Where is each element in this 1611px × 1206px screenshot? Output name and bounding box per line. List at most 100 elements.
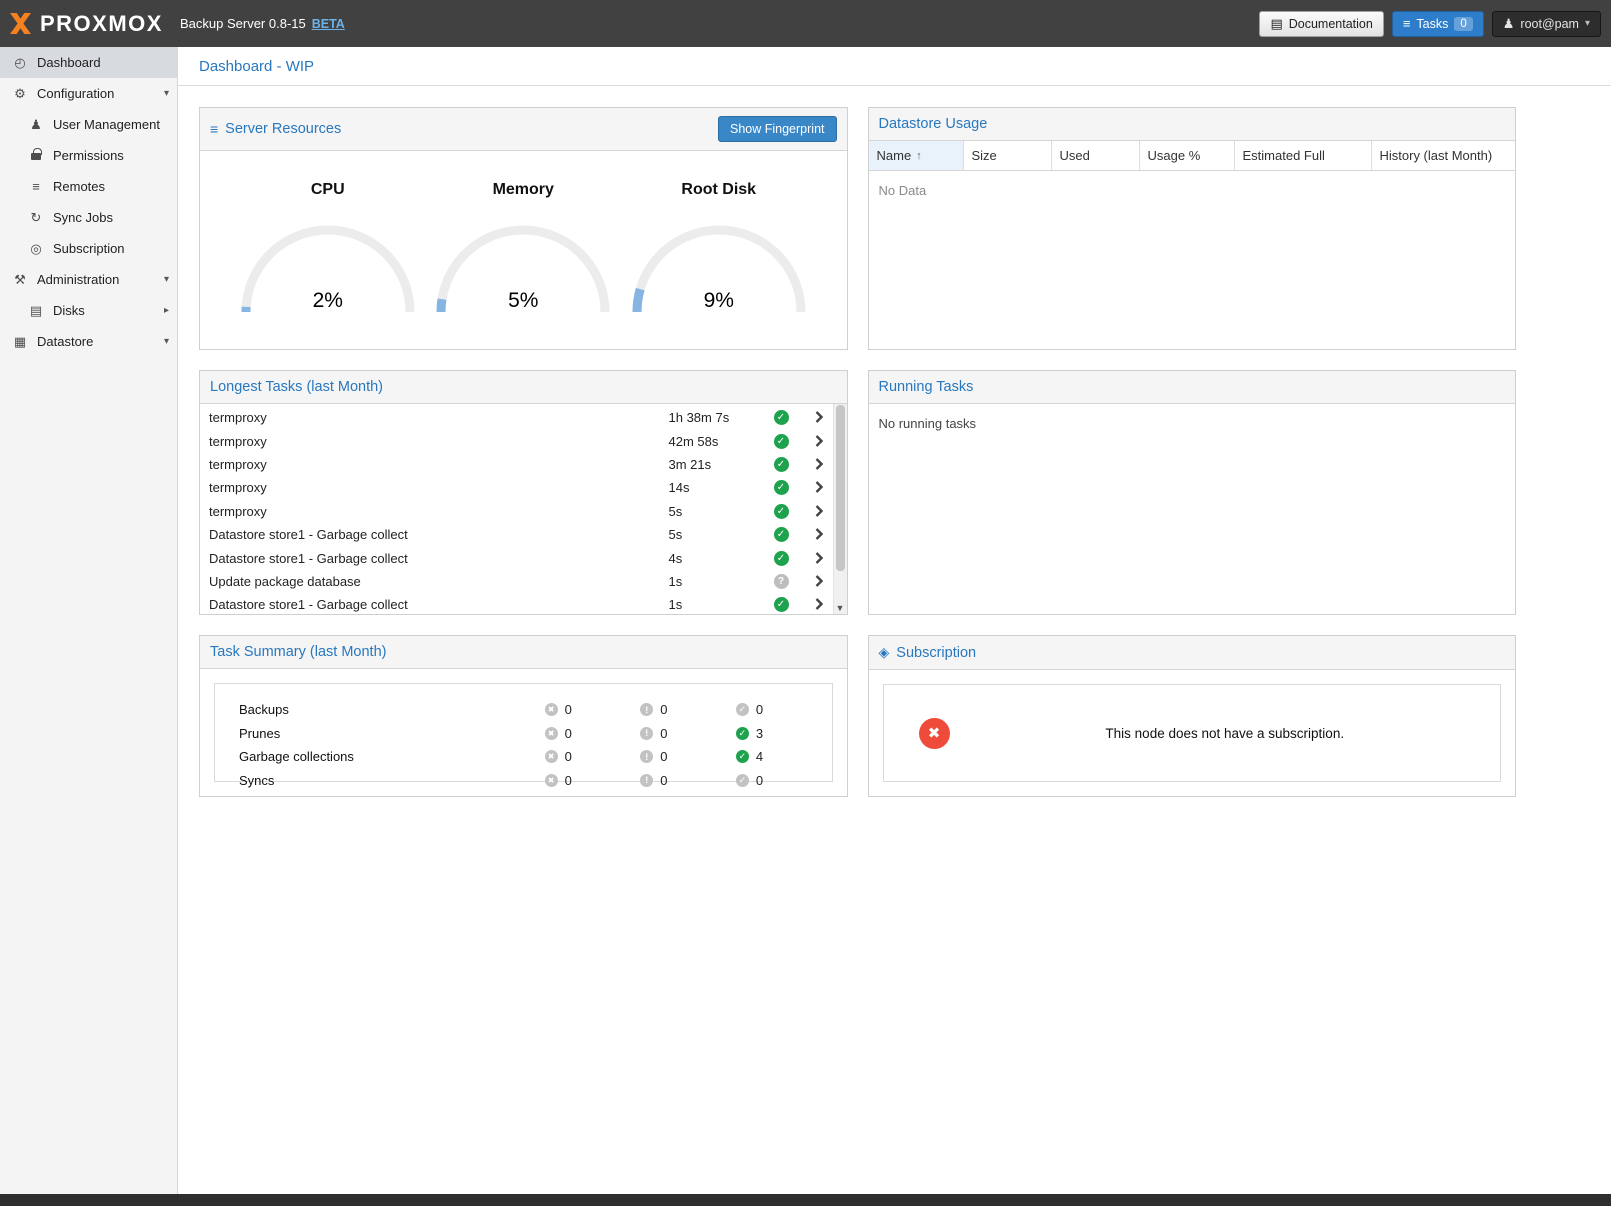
task-row[interactable]: termproxy 5s <box>200 500 833 523</box>
tasks-button[interactable]: ≡ Tasks 0 <box>1392 11 1484 37</box>
sidebar-label: Sync Jobs <box>53 210 113 225</box>
task-row[interactable]: termproxy 14s <box>200 476 833 499</box>
task-row[interactable]: termproxy 1h 38m 7s <box>200 406 833 429</box>
content-area: Dashboard - WIP ≡ Server Resources Show … <box>178 47 1611 1194</box>
product-version: Backup Server 0.8-15 <box>180 16 306 31</box>
lock-icon <box>28 148 44 163</box>
documentation-button[interactable]: ▤ Documentation <box>1259 11 1383 37</box>
collapse-arrow-icon[interactable]: ▾ <box>164 336 169 347</box>
chevron-right-icon[interactable] <box>805 433 833 450</box>
sidebar-label: Administration <box>37 272 119 287</box>
expand-arrow-icon[interactable]: ▸ <box>164 305 169 316</box>
task-summary-row[interactable]: Prunes 0 0 3 <box>215 722 832 746</box>
running-tasks-panel: Running Tasks No running tasks <box>868 370 1517 615</box>
gauge-label: Memory <box>426 181 622 199</box>
collapse-arrow-icon[interactable]: ▾ <box>164 274 169 285</box>
sidebar-item-remotes[interactable]: ≡ Remotes <box>0 171 177 202</box>
no-running-tasks-text: No running tasks <box>869 404 1516 443</box>
sidebar-label: Configuration <box>37 86 114 101</box>
task-row[interactable]: termproxy 3m 21s <box>200 453 833 476</box>
sidebar: ◴ Dashboard ⚙ Configuration ▾ ♟ User Man… <box>0 47 178 1194</box>
sidebar-label: Subscription <box>53 241 125 256</box>
sidebar-label: Remotes <box>53 179 105 194</box>
gauge-value: 2% <box>236 289 420 313</box>
task-summary-row[interactable]: Syncs 0 0 0 <box>215 769 832 793</box>
sidebar-item-dashboard[interactable]: ◴ Dashboard <box>0 47 177 78</box>
no-subscription-icon: ✖ <box>919 718 950 749</box>
chevron-right-icon[interactable] <box>805 596 833 613</box>
running-tasks-header: Running Tasks <box>869 371 1516 404</box>
user-icon: ♟ <box>1503 16 1515 32</box>
layers-icon: ≡ <box>210 121 218 137</box>
collapse-arrow-icon[interactable]: ▾ <box>164 88 169 99</box>
proxmox-logo: PROXMOX <box>8 11 178 37</box>
tasks-label: Tasks <box>1416 17 1448 31</box>
chevron-right-icon[interactable] <box>805 503 833 520</box>
datastore-usage-columns: Name ↑ Size Used Usage % Estimated Full … <box>869 141 1516 171</box>
user-menu-button[interactable]: ♟ root@pam ▾ <box>1492 11 1601 37</box>
chevron-right-icon[interactable] <box>805 479 833 496</box>
column-header-usage-pct[interactable]: Usage % <box>1140 141 1235 170</box>
error-status-icon <box>545 750 558 763</box>
datastore-usage-panel: Datastore Usage Name ↑ Size Used Usage %… <box>868 107 1517 350</box>
task-row[interactable]: Datastore store1 - Garbage collect 1s <box>200 593 833 615</box>
chevron-right-icon[interactable] <box>805 456 833 473</box>
page-header: Dashboard - WIP <box>178 47 1611 86</box>
sidebar-item-permissions[interactable]: Permissions <box>0 140 177 171</box>
column-header-size[interactable]: Size <box>964 141 1052 170</box>
task-row[interactable]: termproxy 42m 58s <box>200 429 833 452</box>
sidebar-item-disks[interactable]: ▤ Disks ▸ <box>0 295 177 326</box>
column-header-used[interactable]: Used <box>1052 141 1140 170</box>
error-status-icon <box>545 727 558 740</box>
task-status-icon <box>774 527 789 542</box>
logo-text: PROXMOX <box>40 11 163 37</box>
chevron-right-icon[interactable] <box>805 409 833 426</box>
sidebar-item-sync-jobs[interactable]: ↻ Sync Jobs <box>0 202 177 233</box>
task-row[interactable]: Datastore store1 - Garbage collect 4s <box>200 546 833 569</box>
task-status-icon <box>774 574 789 589</box>
show-fingerprint-button[interactable]: Show Fingerprint <box>718 116 837 142</box>
column-header-history[interactable]: History (last Month) <box>1372 141 1516 170</box>
chevron-right-icon[interactable] <box>805 550 833 567</box>
task-status-icon <box>774 457 789 472</box>
book-icon: ▤ <box>1270 16 1282 32</box>
longest-tasks-panel: Longest Tasks (last Month) termproxy 1h … <box>199 370 848 615</box>
proxmox-x-icon <box>8 13 33 34</box>
app-window: PROXMOX Backup Server 0.8-15 BETA ▤ Docu… <box>0 0 1611 1206</box>
longest-tasks-body: termproxy 1h 38m 7s termproxy 42m 58s <box>200 404 847 614</box>
sidebar-item-configuration[interactable]: ⚙ Configuration ▾ <box>0 78 177 109</box>
subscription-header: ◈ Subscription <box>869 636 1516 670</box>
task-summary-panel: Task Summary (last Month) Backups 0 0 0 <box>199 635 848 797</box>
sidebar-label: User Management <box>53 117 160 132</box>
task-status-icon <box>774 504 789 519</box>
chevron-right-icon[interactable] <box>805 526 833 543</box>
sidebar-item-datastore[interactable]: ▦ Datastore ▾ <box>0 326 177 357</box>
ok-status-icon <box>736 727 749 740</box>
cpu-gauge: CPU 2% <box>230 167 426 315</box>
task-summary-row[interactable]: Backups 0 0 0 <box>215 698 832 722</box>
documentation-label: Documentation <box>1289 17 1373 31</box>
gauge-label: CPU <box>230 181 426 199</box>
chevron-right-icon[interactable] <box>805 573 833 590</box>
task-summary-row[interactable]: Garbage collections 0 0 4 <box>215 745 832 769</box>
error-status-icon <box>545 703 558 716</box>
subscription-message: This node does not have a subscription. <box>950 726 1501 741</box>
task-row[interactable]: Datastore store1 - Garbage collect 5s <box>200 523 833 546</box>
support-icon: ◎ <box>28 241 44 257</box>
column-header-estimated-full[interactable]: Estimated Full <box>1235 141 1372 170</box>
warning-status-icon <box>640 750 653 763</box>
sidebar-item-user-management[interactable]: ♟ User Management <box>0 109 177 140</box>
beta-link[interactable]: BETA <box>312 17 345 31</box>
column-header-name[interactable]: Name ↑ <box>869 141 964 170</box>
sidebar-item-administration[interactable]: ⚒ Administration ▾ <box>0 264 177 295</box>
scroll-down-icon[interactable]: ▼ <box>834 603 847 613</box>
task-status-icon <box>774 434 789 449</box>
ok-status-icon <box>736 703 749 716</box>
task-row[interactable]: Update package database 1s <box>200 570 833 593</box>
scrollbar-thumb[interactable] <box>836 405 845 571</box>
sidebar-item-subscription[interactable]: ◎ Subscription <box>0 233 177 264</box>
page-title: Dashboard - WIP <box>199 58 314 75</box>
datastore-usage-body: No Data <box>869 171 1516 349</box>
sidebar-label: Dashboard <box>37 55 101 70</box>
scrollbar[interactable]: ▼ <box>833 404 847 614</box>
